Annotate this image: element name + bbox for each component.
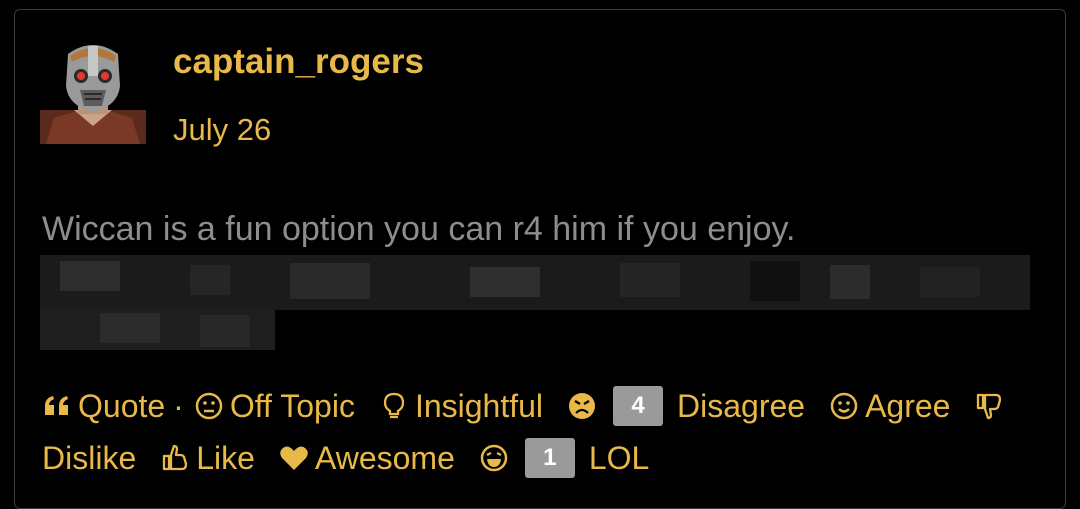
dislike-icon-button[interactable]	[974, 391, 1010, 421]
insightful-reaction[interactable]: Insightful	[379, 380, 543, 432]
lol-label: LOL	[588, 440, 650, 476]
thumbs-up-icon	[160, 443, 190, 473]
smile-face-icon	[829, 391, 859, 421]
awesome-label: Awesome	[314, 440, 455, 476]
lol-count-badge: 1	[524, 438, 575, 478]
disagree-count-badge: 4	[613, 386, 664, 426]
agree-label: Agree	[865, 388, 951, 424]
post-author-username[interactable]: captain_rogers	[173, 42, 424, 82]
laughing-face-icon	[479, 443, 509, 473]
neutral-face-icon	[194, 391, 224, 421]
angry-face-icon	[567, 391, 597, 421]
off-topic-label: Off Topic	[229, 388, 355, 424]
heart-icon	[279, 443, 309, 473]
quote-button[interactable]: Quote	[42, 380, 165, 432]
awesome-reaction[interactable]: Awesome	[279, 432, 455, 484]
like-label: Like	[196, 440, 255, 476]
off-topic-reaction[interactable]: Off Topic	[194, 380, 355, 432]
reaction-bar: Quote · Off Topic Insightful 4 Disagree	[42, 380, 1052, 484]
disagree-label: Disagree	[677, 388, 806, 424]
dislike-label: Dislike	[42, 440, 137, 476]
dislike-reaction[interactable]: Dislike	[42, 432, 136, 484]
post-body-text: Wiccan is a fun option you can r4 him if…	[42, 210, 796, 248]
quote-icon	[42, 391, 72, 421]
lol-reaction[interactable]: 1 LOL	[479, 432, 649, 484]
lightbulb-icon	[379, 391, 409, 421]
quote-label: Quote	[78, 388, 166, 424]
like-reaction[interactable]: Like	[160, 432, 255, 484]
redacted-content	[40, 255, 1030, 365]
post-date[interactable]: July 26	[173, 112, 271, 148]
insightful-label: Insightful	[414, 388, 544, 424]
avatar[interactable]	[40, 40, 146, 144]
thumbs-down-icon	[974, 391, 1004, 421]
separator: ·	[173, 388, 184, 424]
disagree-reaction[interactable]: 4 Disagree	[567, 380, 805, 432]
agree-reaction[interactable]: Agree	[829, 380, 950, 432]
